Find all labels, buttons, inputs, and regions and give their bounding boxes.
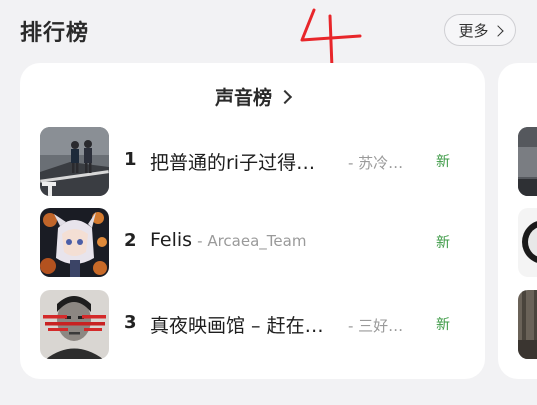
chevron-right-icon [491, 24, 504, 37]
peek-cover-3 [518, 290, 537, 359]
next-ranking-card-peek[interactable] [498, 63, 537, 379]
rank-number: 2 [124, 230, 137, 251]
song-artist: - Arcaea_Team [197, 232, 307, 250]
song-title: 真夜映画馆 – 赶在… [150, 315, 324, 337]
song-artist: - 苏冷… [348, 154, 404, 172]
ranking-card-sound: 声音榜 1 把普通的ri子过得… - 苏冷… 新 2 Felis - Arcae… [20, 63, 485, 379]
rank-number: 1 [124, 149, 137, 170]
new-badge: 新 [436, 154, 450, 170]
song-line: Felis - Arcaea_Team [150, 229, 430, 251]
cover-image-2 [40, 208, 109, 277]
rank-number: 3 [124, 312, 137, 333]
ranking-row-2[interactable]: 2 Felis - Arcaea_Team 新 [20, 208, 485, 278]
chevron-right-icon [277, 89, 293, 104]
photo-thumbnail-icon [518, 127, 537, 196]
peek-cover-2 [518, 208, 537, 277]
more-button[interactable]: 更多 [444, 14, 516, 46]
ranking-row-3[interactable]: 3 真夜映画馆 – 赶在… - 三好… 新 [20, 290, 485, 360]
section-title: 排行榜 [20, 21, 90, 46]
card-title[interactable]: 声音榜 [20, 83, 485, 110]
anime-girl-artwork-icon [40, 208, 109, 277]
card-title-label: 声音榜 [214, 87, 272, 109]
song-artist: - 三好… [348, 317, 404, 335]
photo-thumbnail-icon [518, 208, 537, 277]
ranking-row-1[interactable]: 1 把普通的ri子过得… - 苏冷… 新 [20, 127, 485, 197]
two-children-walking-photo-icon [40, 127, 109, 196]
song-title: 把普通的ri子过得… [150, 152, 316, 174]
portrait-with-red-text-icon [40, 290, 109, 359]
photo-thumbnail-icon [518, 290, 537, 359]
more-button-label: 更多 [458, 21, 489, 40]
new-badge: 新 [436, 235, 450, 251]
new-badge: 新 [436, 317, 450, 333]
peek-cover-1 [518, 127, 537, 196]
section-header: 排行榜 更多 [0, 0, 537, 70]
song-title: Felis [150, 229, 193, 251]
cover-image-1 [40, 127, 109, 196]
handwritten-annotation [300, 8, 362, 70]
cover-image-3 [40, 290, 109, 359]
